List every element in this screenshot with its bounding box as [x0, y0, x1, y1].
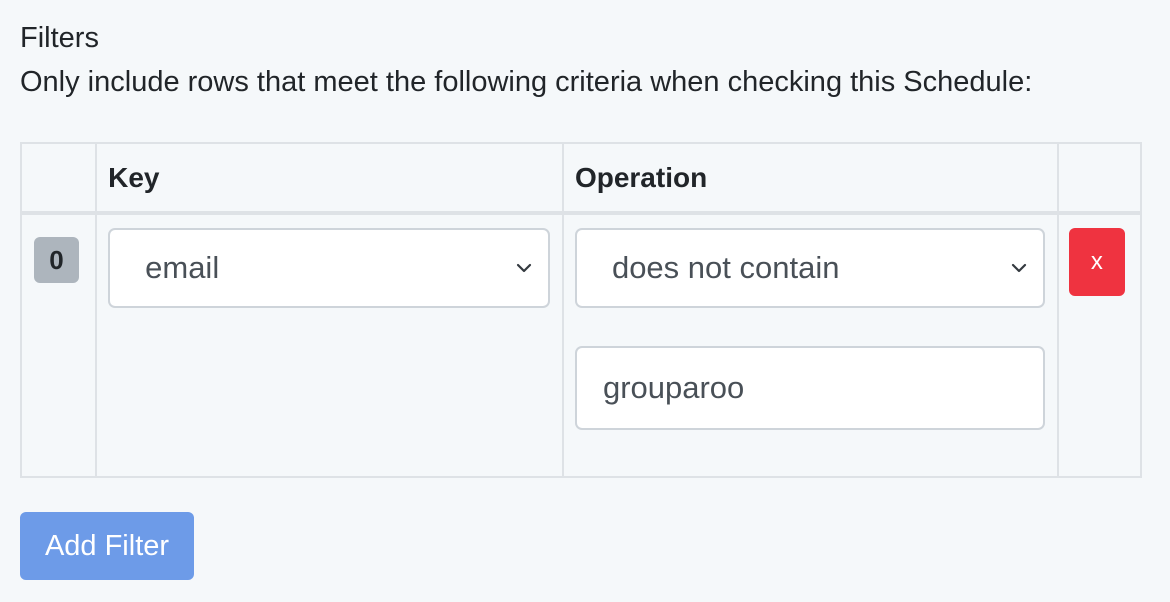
filters-table: Key Operation 0 email does not contain g…	[19, 142, 1143, 478]
table-row: 0 email does not contain grouparoo x	[19, 212, 1143, 478]
remove-filter-button[interactable]: x	[1068, 228, 1125, 296]
key-select[interactable]: email	[108, 228, 551, 308]
chevron-down-icon	[516, 260, 532, 276]
row-actions-cell: x	[1056, 212, 1143, 478]
operation-select-value: does not contain	[611, 250, 840, 285]
row-index-badge: 0	[34, 237, 79, 283]
filters-panel: Filters Only include rows that meet the …	[0, 0, 1170, 602]
operation-select[interactable]: does not contain	[574, 228, 1045, 308]
match-input[interactable]: grouparoo	[574, 346, 1045, 430]
row-operation-cell: does not contain grouparoo	[561, 212, 1059, 478]
header-actions	[1056, 142, 1143, 215]
table-header-row: Key Operation	[19, 142, 1143, 215]
section-title: Filters	[20, 22, 99, 54]
add-filter-button[interactable]: Add Filter	[20, 512, 194, 580]
section-description: Only include rows that meet the followin…	[20, 66, 1033, 98]
header-index	[19, 142, 98, 215]
header-operation: Operation	[561, 142, 1059, 215]
header-key: Key	[95, 142, 564, 215]
row-index-cell: 0	[19, 212, 98, 478]
chevron-down-icon	[1011, 260, 1027, 276]
row-key-cell: email	[95, 212, 564, 478]
key-select-value: email	[145, 250, 220, 285]
